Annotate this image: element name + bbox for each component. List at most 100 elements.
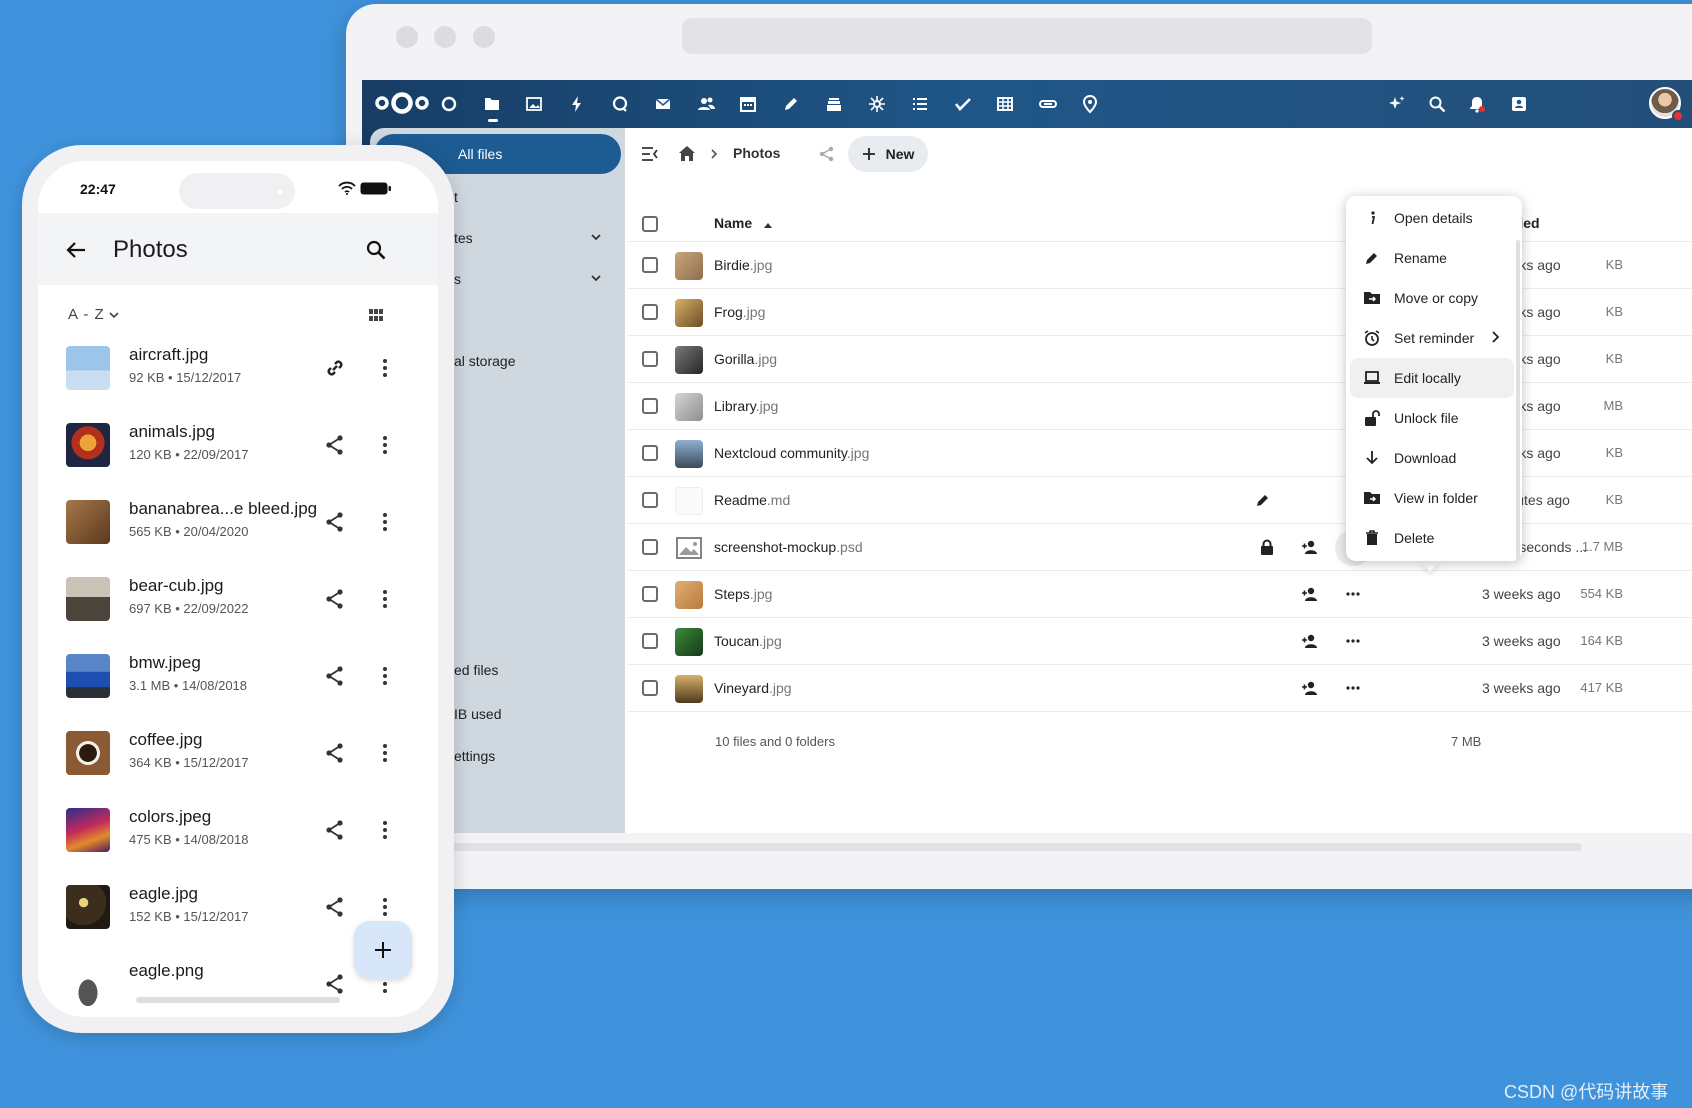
back-arrow-icon[interactable] [66,241,86,259]
window-close-button[interactable] [396,26,418,48]
contacts-menu-icon[interactable] [1507,92,1531,116]
chevron-down-icon[interactable] [589,271,603,285]
menu-item-delete[interactable]: Delete [1350,518,1514,558]
more-horizontal-icon[interactable] [1343,584,1363,604]
more-horizontal-icon[interactable] [1343,631,1363,651]
link-icon[interactable] [323,356,347,380]
list-item[interactable]: bananabrea...e bleed.jpg 565 KB • 20/04/… [38,488,438,565]
edit-locally-icon[interactable] [1253,490,1273,510]
list-item[interactable]: colors.jpeg 475 KB • 14/08/2018 [38,796,438,873]
share-icon[interactable] [323,433,347,457]
row-checkbox[interactable] [642,351,658,367]
file-name[interactable]: Library.jpg [714,398,778,414]
row-checkbox[interactable] [642,539,658,555]
sort-dropdown[interactable]: A - Z [68,306,119,323]
share-icon[interactable] [323,818,347,842]
share-user-icon[interactable] [1300,631,1320,651]
link-icon[interactable] [1036,92,1060,116]
menu-item-download[interactable]: Download [1350,438,1514,478]
more-vertical-icon[interactable] [373,433,397,457]
grid-view-icon[interactable] [369,309,383,321]
checkmark-icon[interactable] [951,92,975,116]
row-checkbox[interactable] [642,445,658,461]
share-icon[interactable] [323,741,347,765]
tables-icon[interactable] [993,92,1017,116]
nextcloud-logo[interactable] [374,91,430,115]
row-checkbox[interactable] [642,633,658,649]
sparkle-icon[interactable] [1385,92,1409,116]
more-vertical-icon[interactable] [373,356,397,380]
list-item[interactable]: coffee.jpg 364 KB • 15/12/2017 [38,719,438,796]
more-vertical-icon[interactable] [373,741,397,765]
toggle-sidebar-icon[interactable] [641,146,659,162]
new-button[interactable]: New [848,136,928,172]
row-checkbox[interactable] [642,398,658,414]
menu-item-rename[interactable]: Rename [1350,238,1514,278]
share-icon[interactable] [323,664,347,688]
share-icon[interactable] [323,972,347,996]
file-name[interactable]: Gorilla.jpg [714,351,777,367]
dashboard-icon[interactable] [437,92,461,116]
row-checkbox[interactable] [642,492,658,508]
table-row[interactable]: screenshot-mockup.psd 1.7 MB a few secon… [627,523,1692,570]
table-row[interactable]: Readme.md KB 2 minutes ago [627,476,1692,523]
name-column-header[interactable]: Name [714,215,752,231]
home-icon[interactable] [678,145,696,162]
menu-item-open-details[interactable]: Open details [1350,198,1514,238]
share-icon[interactable] [818,145,836,163]
table-row[interactable]: Vineyard.jpg 417 KB 3 weeks ago [627,664,1692,711]
scrollbar[interactable] [362,843,1582,851]
file-name[interactable]: Readme.md [714,492,790,508]
contacts-icon[interactable] [694,92,718,116]
table-row[interactable]: Toucan.jpg 164 KB 3 weeks ago [627,617,1692,664]
table-row[interactable]: Frog.jpg KB 3 weeks ago [627,288,1692,335]
breadcrumb-current[interactable]: Photos [733,145,780,161]
file-name[interactable]: Steps.jpg [714,586,772,602]
row-checkbox[interactable] [642,680,658,696]
share-user-icon[interactable] [1300,537,1320,557]
menu-item-unlock-file[interactable]: Unlock file [1350,398,1514,438]
row-checkbox[interactable] [642,304,658,320]
calendar-icon[interactable] [736,92,760,116]
address-bar[interactable] [682,18,1372,54]
menu-item-view-in-folder[interactable]: View in folder [1350,478,1514,518]
menu-item-edit-locally[interactable]: Edit locally [1350,358,1514,398]
list-item[interactable]: animals.jpg 120 KB • 22/09/2017 [38,411,438,488]
file-name[interactable]: screenshot-mockup.psd [714,539,863,555]
maps-icon[interactable] [1078,92,1102,116]
share-icon[interactable] [323,510,347,534]
menu-item-move-or-copy[interactable]: Move or copy [1350,278,1514,318]
file-name[interactable]: Nextcloud community.jpg [714,445,869,461]
more-vertical-icon[interactable] [373,895,397,919]
talk-icon[interactable] [608,92,632,116]
search-icon[interactable] [366,240,386,260]
more-vertical-icon[interactable] [373,818,397,842]
activity-icon[interactable] [565,92,589,116]
add-button[interactable] [354,921,412,979]
mail-icon[interactable] [651,92,675,116]
list-item[interactable]: aircraft.jpg 92 KB • 15/12/2017 [38,334,438,411]
menu-item-set-reminder[interactable]: Set reminder [1350,318,1514,358]
share-user-icon[interactable] [1300,584,1320,604]
lock-icon[interactable] [1257,537,1277,557]
notes-icon[interactable] [779,92,803,116]
search-icon[interactable] [1425,92,1449,116]
file-name[interactable]: Toucan.jpg [714,633,782,649]
share-icon[interactable] [323,587,347,611]
window-minimize-button[interactable] [434,26,456,48]
table-row[interactable]: Library.jpg MB 3 weeks ago [627,382,1692,429]
more-vertical-icon[interactable] [373,664,397,688]
chevron-down-icon[interactable] [589,230,603,244]
files-icon[interactable] [480,92,504,122]
row-checkbox[interactable] [642,257,658,273]
photos-icon[interactable] [522,92,546,116]
list-item[interactable]: bear-cub.jpg 697 KB • 22/09/2022 [38,565,438,642]
window-maximize-button[interactable] [473,26,495,48]
file-name[interactable]: Birdie.jpg [714,257,772,273]
share-user-icon[interactable] [1300,678,1320,698]
row-checkbox[interactable] [642,586,658,602]
more-vertical-icon[interactable] [373,510,397,534]
share-icon[interactable] [323,895,347,919]
table-row[interactable]: Nextcloud community.jpg KB 3 weeks ago [627,429,1692,476]
more-vertical-icon[interactable] [373,587,397,611]
